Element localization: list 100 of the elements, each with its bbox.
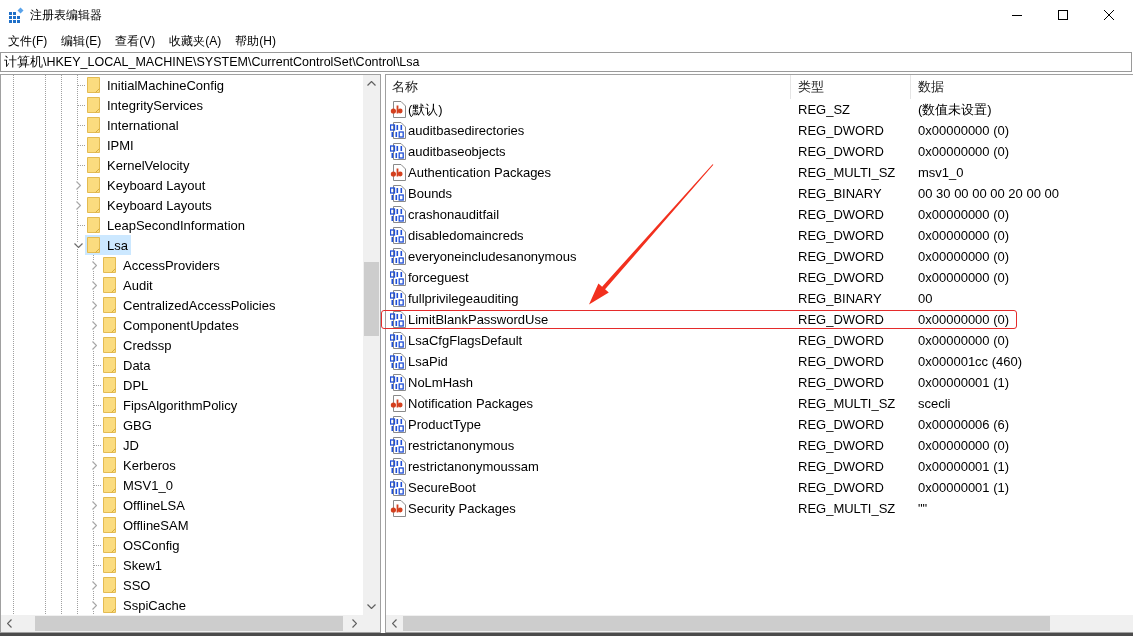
chevron-right-icon[interactable]: [91, 580, 97, 590]
value-data: 0x00000001 (1): [917, 480, 1010, 495]
tree-item[interactable]: Lsa: [85, 235, 131, 255]
value-type: REG_MULTI_SZ: [797, 501, 896, 516]
value-data: 0x00000001 (1): [917, 375, 1010, 390]
binary-document-icon: [390, 437, 406, 454]
menu-item[interactable]: 查看(V): [108, 31, 163, 51]
value-name[interactable]: restrictanonymous: [408, 438, 515, 453]
value-name[interactable]: restrictanonymoussam: [408, 459, 539, 474]
folder-icon: [103, 557, 116, 573]
chevron-right-icon[interactable]: [75, 180, 81, 190]
chevron-right-icon[interactable]: [75, 200, 81, 210]
value-name[interactable]: Bounds: [408, 186, 453, 201]
chevron-left-icon: [7, 619, 12, 628]
value-data: (数值未设置): [917, 100, 992, 119]
tree-item[interactable]: IntegrityServices: [85, 95, 207, 115]
value-type: REG_MULTI_SZ: [797, 396, 896, 411]
value-name[interactable]: Notification Packages: [408, 396, 533, 411]
tree-item[interactable]: OfflineLSA: [101, 495, 188, 515]
value-name[interactable]: LsaPid: [408, 354, 448, 369]
tree-item[interactable]: DPL: [101, 375, 152, 395]
chevron-right-icon[interactable]: [91, 320, 97, 330]
chevron-down-icon[interactable]: [73, 242, 83, 248]
value-type: REG_DWORD: [797, 480, 884, 495]
tree-item[interactable]: LeapSecondInformation: [85, 215, 249, 235]
chevron-down-icon: [367, 604, 376, 609]
value-data: 0x00000000 (0): [917, 438, 1010, 453]
tree-item[interactable]: Keyboard Layout: [85, 175, 209, 195]
vertical-scrollbar[interactable]: [363, 75, 380, 615]
binary-document-icon: [390, 332, 406, 349]
folder-icon: [87, 217, 100, 233]
value-data: 00: [917, 291, 933, 306]
folder-icon: [103, 477, 116, 493]
tree-item[interactable]: IPMI: [85, 135, 137, 155]
value-data: 0x00000006 (6): [917, 417, 1010, 432]
tree-item[interactable]: MSV1_0: [101, 475, 176, 495]
chevron-right-icon[interactable]: [91, 500, 97, 510]
tree-item[interactable]: Credssp: [101, 335, 175, 355]
value-name[interactable]: ProductType: [408, 417, 481, 432]
value-name[interactable]: crashonauditfail: [408, 207, 500, 222]
menu-item[interactable]: 帮助(H): [228, 31, 283, 51]
tree-item[interactable]: International: [85, 115, 182, 135]
value-name[interactable]: SecureBoot: [408, 480, 476, 495]
tree-item[interactable]: FipsAlgorithmPolicy: [101, 395, 241, 415]
value-name[interactable]: fullprivilegeauditing: [408, 291, 519, 306]
tree-item[interactable]: Keyboard Layouts: [85, 195, 215, 215]
chevron-right-icon[interactable]: [91, 520, 97, 530]
tree-item[interactable]: InitialMachineConfig: [85, 75, 228, 95]
text-document-icon: [390, 101, 406, 118]
value-name[interactable]: Security Packages: [408, 501, 516, 516]
binary-document-icon: [390, 353, 406, 370]
value-name[interactable]: disabledomaincreds: [408, 228, 524, 243]
value-name[interactable]: LsaCfgFlagsDefault: [408, 333, 523, 348]
folder-icon: [103, 297, 116, 313]
scrollbar-thumb[interactable]: [35, 616, 343, 631]
value-name[interactable]: NoLmHash: [408, 375, 474, 390]
chevron-right-icon[interactable]: [91, 300, 97, 310]
tree-item[interactable]: SspiCache: [101, 595, 189, 615]
menu-item[interactable]: 收藏夹(A): [162, 31, 229, 51]
chevron-right-icon[interactable]: [91, 460, 97, 470]
tree-item[interactable]: SSO: [101, 575, 154, 595]
horizontal-scrollbar[interactable]: [1, 615, 363, 632]
value-name[interactable]: auditbaseobjects: [408, 144, 506, 159]
folder-icon: [103, 497, 116, 513]
chevron-right-icon[interactable]: [91, 280, 97, 290]
tree-item[interactable]: GBG: [101, 415, 155, 435]
menu-item[interactable]: 编辑(E): [54, 31, 109, 51]
value-name[interactable]: forceguest: [408, 270, 469, 285]
folder-icon: [87, 97, 100, 113]
menu-item[interactable]: 文件(F): [1, 31, 55, 51]
folder-icon: [87, 77, 100, 93]
scrollbar-thumb[interactable]: [403, 616, 1050, 631]
binary-document-icon: [390, 374, 406, 391]
binary-document-icon: [390, 290, 406, 307]
text-document-icon: [390, 395, 406, 412]
chevron-right-icon[interactable]: [91, 340, 97, 350]
value-data: 0x00000000 (0): [917, 123, 1010, 138]
tree-item[interactable]: OfflineSAM: [101, 515, 192, 535]
tree-item[interactable]: KernelVelocity: [85, 155, 193, 175]
tree-item[interactable]: AccessProviders: [101, 255, 223, 275]
value-name[interactable]: Authentication Packages: [408, 165, 552, 180]
tree-item[interactable]: Kerberos: [101, 455, 179, 475]
tree-item[interactable]: OSConfig: [101, 535, 183, 555]
address-field[interactable]: 计算机\HKEY_LOCAL_MACHINE\SYSTEM\CurrentControlSet\Control\Lsa: [0, 52, 1132, 72]
tree-item[interactable]: Audit: [101, 275, 156, 295]
folder-icon: [103, 397, 116, 413]
value-name[interactable]: LimitBlankPasswordUse: [408, 312, 549, 327]
value-name[interactable]: auditbasedirectories: [408, 123, 525, 138]
chevron-right-icon[interactable]: [91, 260, 97, 270]
horizontal-scrollbar[interactable]: [386, 615, 1133, 632]
tree-item[interactable]: Data: [101, 355, 154, 375]
chevron-right-icon[interactable]: [91, 600, 97, 610]
tree-item[interactable]: ComponentUpdates: [101, 315, 242, 335]
tree-item[interactable]: JD: [101, 435, 142, 455]
tree-item[interactable]: CentralizedAccessPolicies: [101, 295, 279, 315]
tree-item[interactable]: Skew1: [101, 555, 166, 575]
scrollbar-thumb[interactable]: [364, 262, 379, 336]
value-name[interactable]: (默认): [408, 100, 443, 119]
value-name[interactable]: everyoneincludesanonymous: [408, 249, 577, 264]
binary-document-icon: [390, 248, 406, 265]
